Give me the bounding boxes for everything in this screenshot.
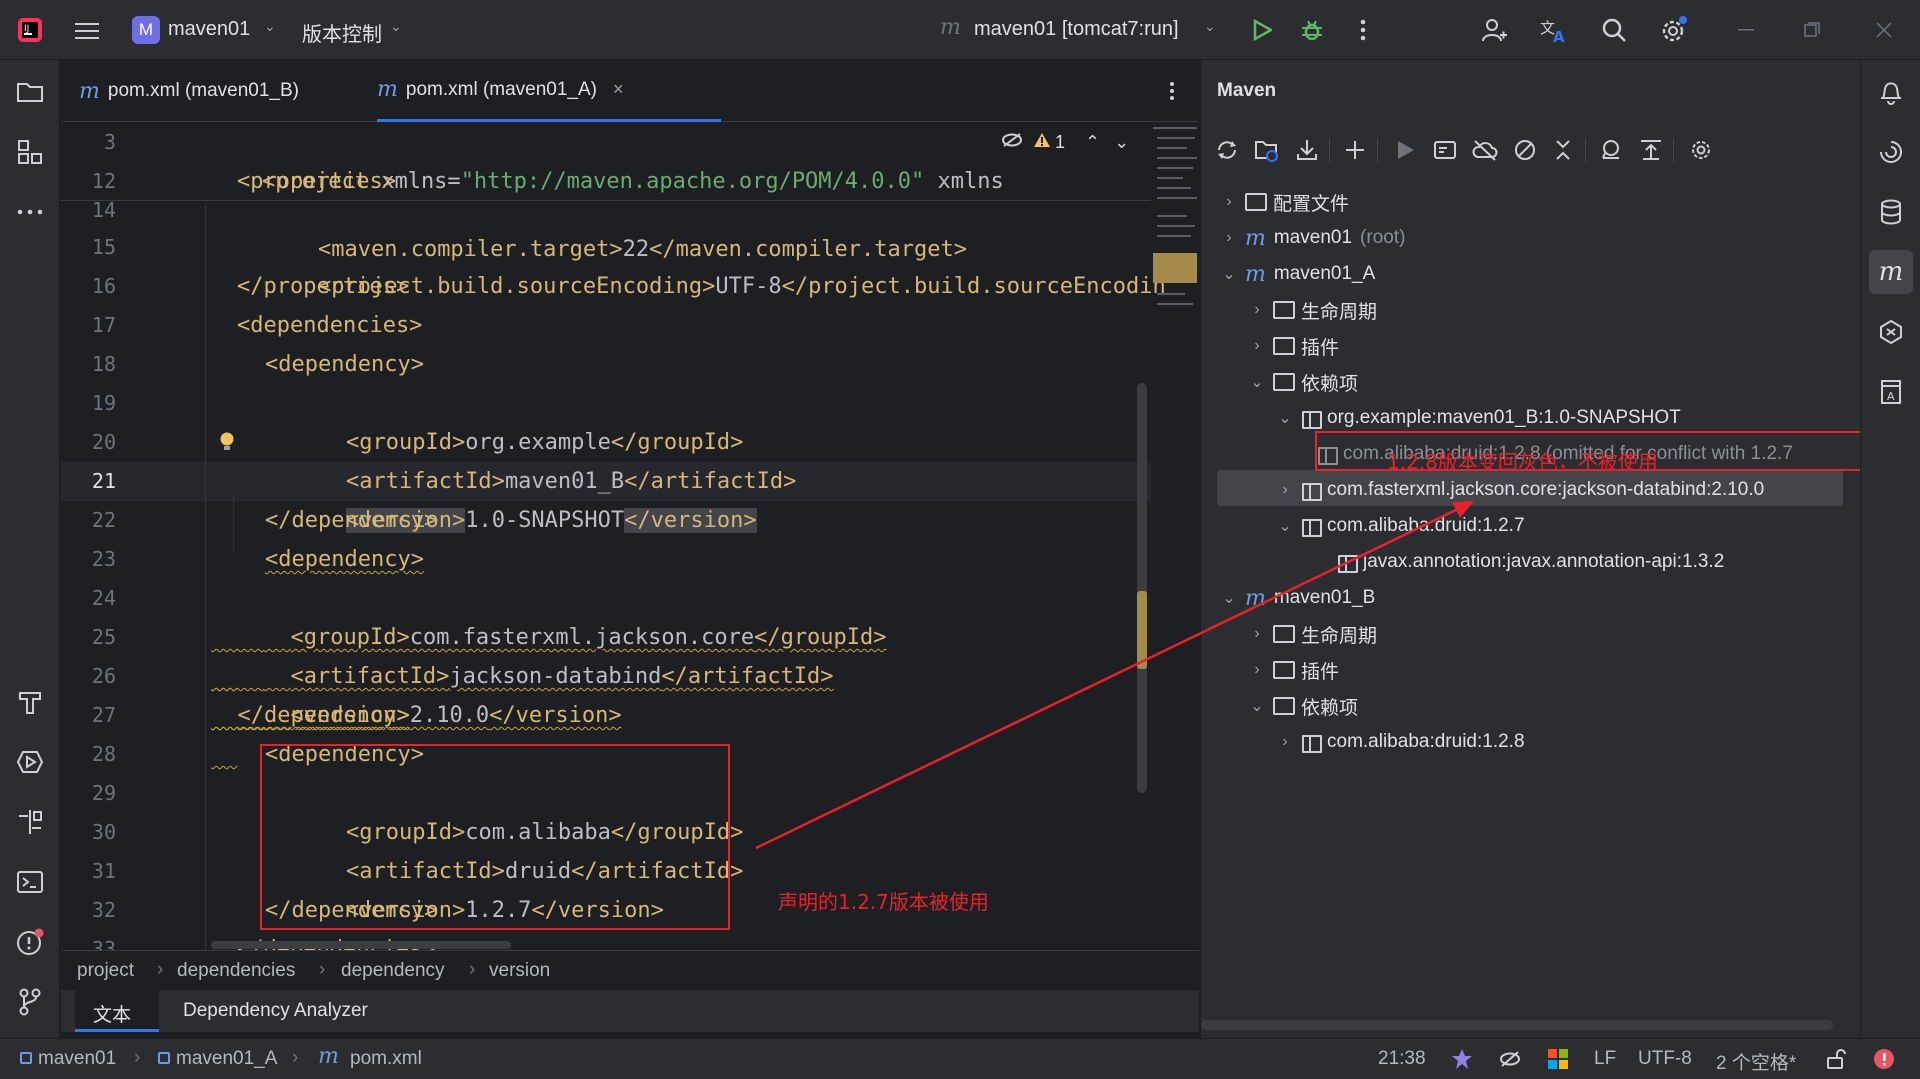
xml-tag: <maven.compiler.target> — [317, 237, 623, 262]
xml-text: 22 — [622, 237, 650, 262]
svg-text:A: A — [1887, 390, 1895, 403]
xml-attr: xmlns — [924, 169, 1004, 194]
xml-tag: </maven.compiler.target> — [649, 237, 968, 262]
windows-icon[interactable] — [1544, 1045, 1572, 1073]
chevron-right-icon: › — [134, 1047, 141, 1068]
chevron-down-icon[interactable]: ⌄ — [1114, 132, 1129, 153]
status-path-file[interactable]: pom.xml — [350, 1048, 422, 1070]
warning-count: 1 — [1055, 132, 1066, 152]
code-line-3: <project xmlns="http://maven.apache.org/… — [209, 123, 1004, 194]
code-line-12: <properties> — [237, 169, 396, 194]
notifications-icon[interactable] — [1875, 76, 1907, 108]
ai-assistant-icon[interactable] — [1875, 136, 1907, 168]
unlock-icon[interactable] — [1822, 1045, 1850, 1073]
line-ending[interactable]: LF — [1594, 1048, 1616, 1070]
status-path-project[interactable]: maven01 — [38, 1048, 116, 1070]
error-indicator-icon[interactable] — [1870, 1045, 1898, 1073]
maven-file-icon: m — [318, 1044, 339, 1069]
database-icon[interactable] — [1875, 196, 1907, 228]
line-number: 12 — [91, 169, 116, 193]
chevron-right-icon: › — [292, 1047, 299, 1068]
right-tool-stripe: m A — [1860, 60, 1920, 1038]
module-icon — [158, 1052, 170, 1064]
annotation-used-note: 声明的1.2.7版本被使用 — [778, 890, 989, 914]
file-encoding[interactable]: UTF-8 — [1638, 1048, 1692, 1070]
hide-inspections-icon[interactable] — [1001, 132, 1023, 153]
warning-icon — [1033, 132, 1051, 153]
status-bar: maven01 › maven01_A › m pom.xml 21:38 LF… — [0, 1038, 1920, 1079]
indent-setting[interactable]: 2 个空格* — [1716, 1048, 1796, 1075]
caret-position[interactable]: 21:38 — [1378, 1048, 1426, 1070]
line-number: 3 — [103, 130, 116, 154]
ai-status-icon[interactable] — [1448, 1045, 1476, 1073]
inspection-widget[interactable]: 1 ⌃ ⌄ — [1001, 123, 1151, 162]
gradle-plugin-icon[interactable] — [1875, 316, 1907, 348]
bookmark-icon[interactable]: A — [1875, 376, 1907, 408]
module-icon — [20, 1052, 32, 1064]
xml-string: "http://maven.apache.org/POM/4.0.0" — [460, 169, 925, 194]
maven-tool-icon[interactable]: m — [1869, 250, 1913, 294]
status-path-module[interactable]: maven01_A — [176, 1048, 277, 1070]
chevron-up-icon[interactable]: ⌃ — [1085, 132, 1100, 153]
inspection-off-icon[interactable] — [1496, 1045, 1524, 1073]
